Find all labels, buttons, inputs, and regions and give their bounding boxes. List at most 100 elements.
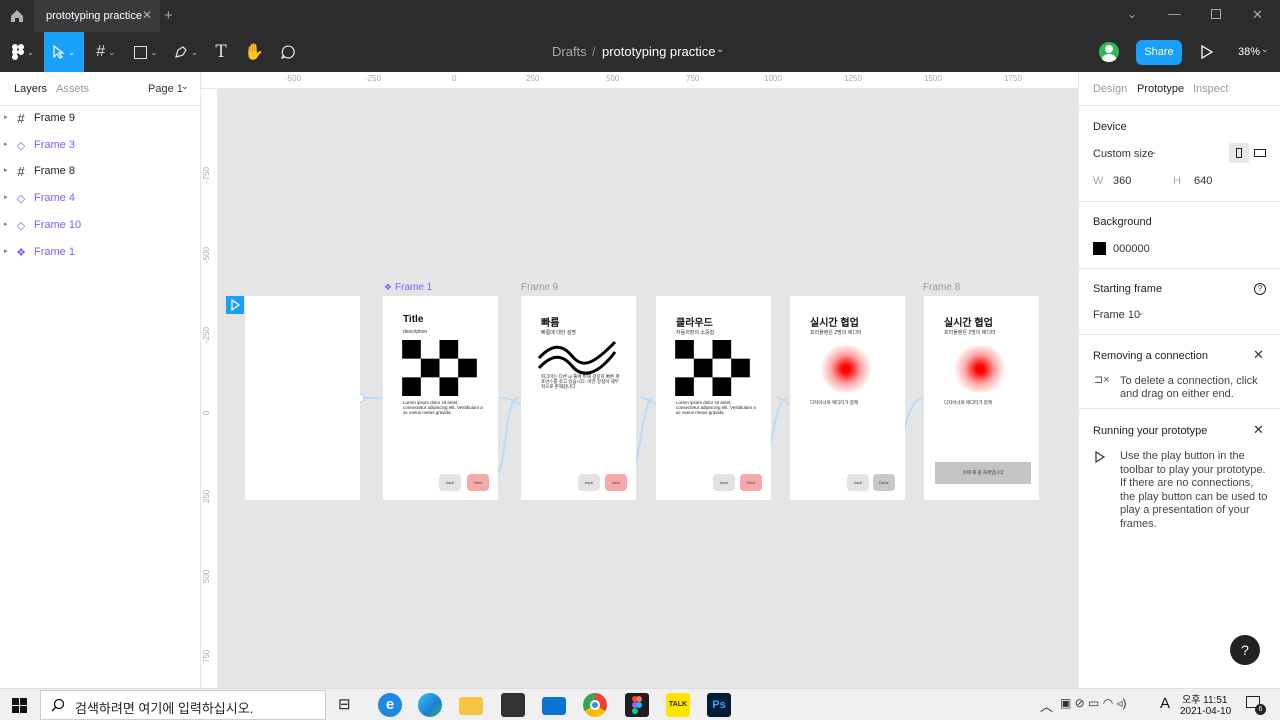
close-window-icon[interactable]: ✕ — [1252, 7, 1263, 23]
layer-frame-10[interactable]: ▸ ◇ Frame 10 — [0, 212, 200, 238]
frame-1[interactable]: Title description Lorem ipsum dolor sit … — [383, 296, 498, 500]
home-icon[interactable] — [9, 8, 25, 24]
cta-button[interactable]: 이제 해 볼 차례입니다 — [935, 462, 1031, 484]
layer-frame-9[interactable]: ▸ # Frame 9 — [0, 105, 200, 131]
tab-inspect[interactable]: Inspect — [1193, 83, 1228, 95]
done-button[interactable]: Done — [873, 474, 895, 491]
frame-cloud[interactable]: 클라우드 자동저장의 소중함 Lorem ipsum dolor sit ame… — [656, 296, 771, 500]
height-input[interactable]: 640 — [1194, 175, 1212, 187]
width-label: W — [1093, 175, 1104, 187]
device-select[interactable]: Custom size — [1093, 148, 1154, 160]
back-button[interactable]: back — [713, 474, 735, 491]
layer-frame-3[interactable]: ▸ ◇ Frame 3 — [0, 132, 200, 158]
background-hex-input[interactable]: 000000 — [1113, 243, 1150, 255]
starting-frame-flag[interactable] — [226, 296, 244, 314]
expand-arrow-icon[interactable]: ▸ — [4, 247, 8, 255]
expand-arrow-icon[interactable]: ▸ — [4, 220, 8, 228]
portrait-icon[interactable] — [1229, 143, 1249, 163]
next-button[interactable]: Next — [467, 474, 489, 491]
layer-frame-8[interactable]: ▸ # Frame 8 — [0, 158, 200, 184]
starting-frame-select[interactable]: Frame 10 — [1093, 309, 1140, 321]
main-menu-button[interactable]: ⌄ — [6, 32, 40, 72]
file-explorer-icon[interactable] — [459, 697, 483, 715]
help-circle-icon[interactable]: ? — [1254, 283, 1266, 295]
tab-assets[interactable]: Assets — [56, 83, 89, 95]
next-button[interactable]: Next — [605, 474, 627, 491]
canvas[interactable]: -500 -250 0 250 500 750 1000 1250 1500 1… — [201, 72, 1078, 688]
page-chevron-icon[interactable]: ⌄ — [181, 81, 189, 92]
width-input[interactable]: 360 — [1113, 175, 1131, 187]
hand-icon: ✋ — [244, 44, 264, 61]
rectangle-icon — [134, 45, 148, 59]
edge-icon[interactable] — [418, 693, 442, 717]
expand-arrow-icon[interactable]: ▸ — [4, 193, 8, 201]
text-tool-button[interactable]: T — [208, 32, 234, 72]
hand-tool-button[interactable]: ✋ — [240, 32, 268, 72]
new-tab-icon[interactable]: + — [164, 7, 173, 24]
layer-frame-4[interactable]: ▸ ◇ Frame 4 — [0, 185, 200, 211]
frame-label-frame-1[interactable]: Frame 1 — [395, 282, 432, 293]
frame-collab[interactable]: 실시간 협업 프리플랜은 2명의 에디터 디자이너와 에디터가 함께 back … — [790, 296, 905, 500]
expand-arrow-icon[interactable]: ▸ — [4, 166, 8, 174]
windows-start-icon[interactable] — [12, 698, 27, 713]
clock-date[interactable]: 2021-04-10 — [1180, 706, 1231, 717]
layer-name: Frame 8 — [34, 165, 75, 177]
tray-chevron-icon[interactable]: ︿ — [1040, 696, 1053, 715]
close-tab-icon[interactable]: ✕ — [142, 8, 152, 22]
frame-label-frame-8[interactable]: Frame 8 — [923, 282, 960, 293]
kakaotalk-icon[interactable]: TALK — [666, 693, 690, 717]
back-button[interactable]: back — [578, 474, 600, 491]
zoom-level[interactable]: 38% — [1238, 46, 1260, 58]
minimize-icon[interactable]: — — [1168, 6, 1181, 21]
taskbar-search-box[interactable]: 검색하려면 여기에 입력하십시오. — [40, 690, 326, 720]
tray-app-icons[interactable]: ▣ ⊘ ▭ ◠ ◃) — [1060, 696, 1127, 710]
breadcrumb-drafts[interactable]: Drafts — [552, 44, 587, 59]
comment-tool-button[interactable] — [274, 32, 302, 72]
ime-language-indicator[interactable]: A — [1160, 695, 1170, 712]
tab-design[interactable]: Design — [1093, 83, 1127, 95]
layer-frame-1[interactable]: ▸ ❖ Frame 1 — [0, 239, 200, 265]
next-button[interactable]: Next — [740, 474, 762, 491]
file-tab[interactable]: prototyping practice ✕ — [34, 0, 160, 32]
shape-tool-button[interactable]: ⌄ — [128, 32, 164, 72]
expand-arrow-icon[interactable]: ▸ — [4, 113, 8, 121]
device-chevron-icon[interactable]: ⌄ — [1150, 146, 1158, 157]
photoshop-icon[interactable]: Ps — [707, 693, 731, 717]
frame-tool-button[interactable]: # ⌄ — [88, 32, 124, 72]
frame-8[interactable]: 실시간 협업 프리플랜은 2명의 에디터 디자이너와 에디터가 함께 이제 해 … — [924, 296, 1039, 500]
move-tool-button[interactable]: ⌄ — [44, 32, 84, 72]
store-icon[interactable] — [501, 693, 525, 717]
frame-label-frame-9[interactable]: Frame 9 — [521, 282, 558, 293]
help-button[interactable]: ? — [1230, 635, 1260, 665]
close-icon[interactable]: ✕ — [1253, 422, 1264, 438]
internet-explorer-icon[interactable]: e — [378, 693, 402, 717]
restore-icon[interactable] — [1211, 9, 1221, 19]
file-name[interactable]: prototyping practice — [602, 44, 715, 59]
chevron-down-icon[interactable]: ⌄ — [1127, 7, 1137, 21]
tab-prototype[interactable]: Prototype — [1137, 83, 1184, 95]
close-icon[interactable]: ✕ — [1253, 347, 1264, 363]
chrome-icon[interactable] — [583, 693, 607, 717]
starting-frame-chevron-icon[interactable]: ⌄ — [1137, 307, 1145, 318]
frame-empty[interactable] — [245, 296, 360, 500]
avatar[interactable] — [1099, 42, 1119, 62]
frame-icon: # — [17, 163, 25, 179]
file-menu-chevron-icon[interactable]: ⌄ — [716, 44, 724, 55]
task-view-icon[interactable]: ⊟ — [338, 695, 351, 713]
mail-icon[interactable] — [542, 697, 566, 715]
zoom-chevron-icon[interactable]: ⌄ — [1261, 44, 1269, 55]
background-swatch[interactable] — [1093, 242, 1106, 255]
tab-layers[interactable]: Layers — [14, 83, 47, 95]
pen-tool-button[interactable]: ⌄ — [168, 32, 204, 72]
checker-pattern-image — [675, 340, 750, 396]
back-button[interactable]: back — [439, 474, 461, 491]
landscape-icon[interactable] — [1254, 149, 1266, 157]
present-play-button[interactable] — [1200, 44, 1214, 63]
frame-9[interactable]: 빠름 빠름에 대한 설명 피그마는 다른 ui 툴에 비해 굉장히 빠른 퍼포먼… — [521, 296, 636, 500]
expand-arrow-icon[interactable]: ▸ — [4, 140, 8, 148]
clock-time[interactable]: 오후 11:51 — [1182, 691, 1227, 706]
back-button[interactable]: back — [847, 474, 869, 491]
figma-app-icon[interactable] — [625, 693, 649, 717]
share-button[interactable]: Share — [1136, 40, 1182, 65]
page-selector[interactable]: Page 1 — [148, 83, 183, 95]
